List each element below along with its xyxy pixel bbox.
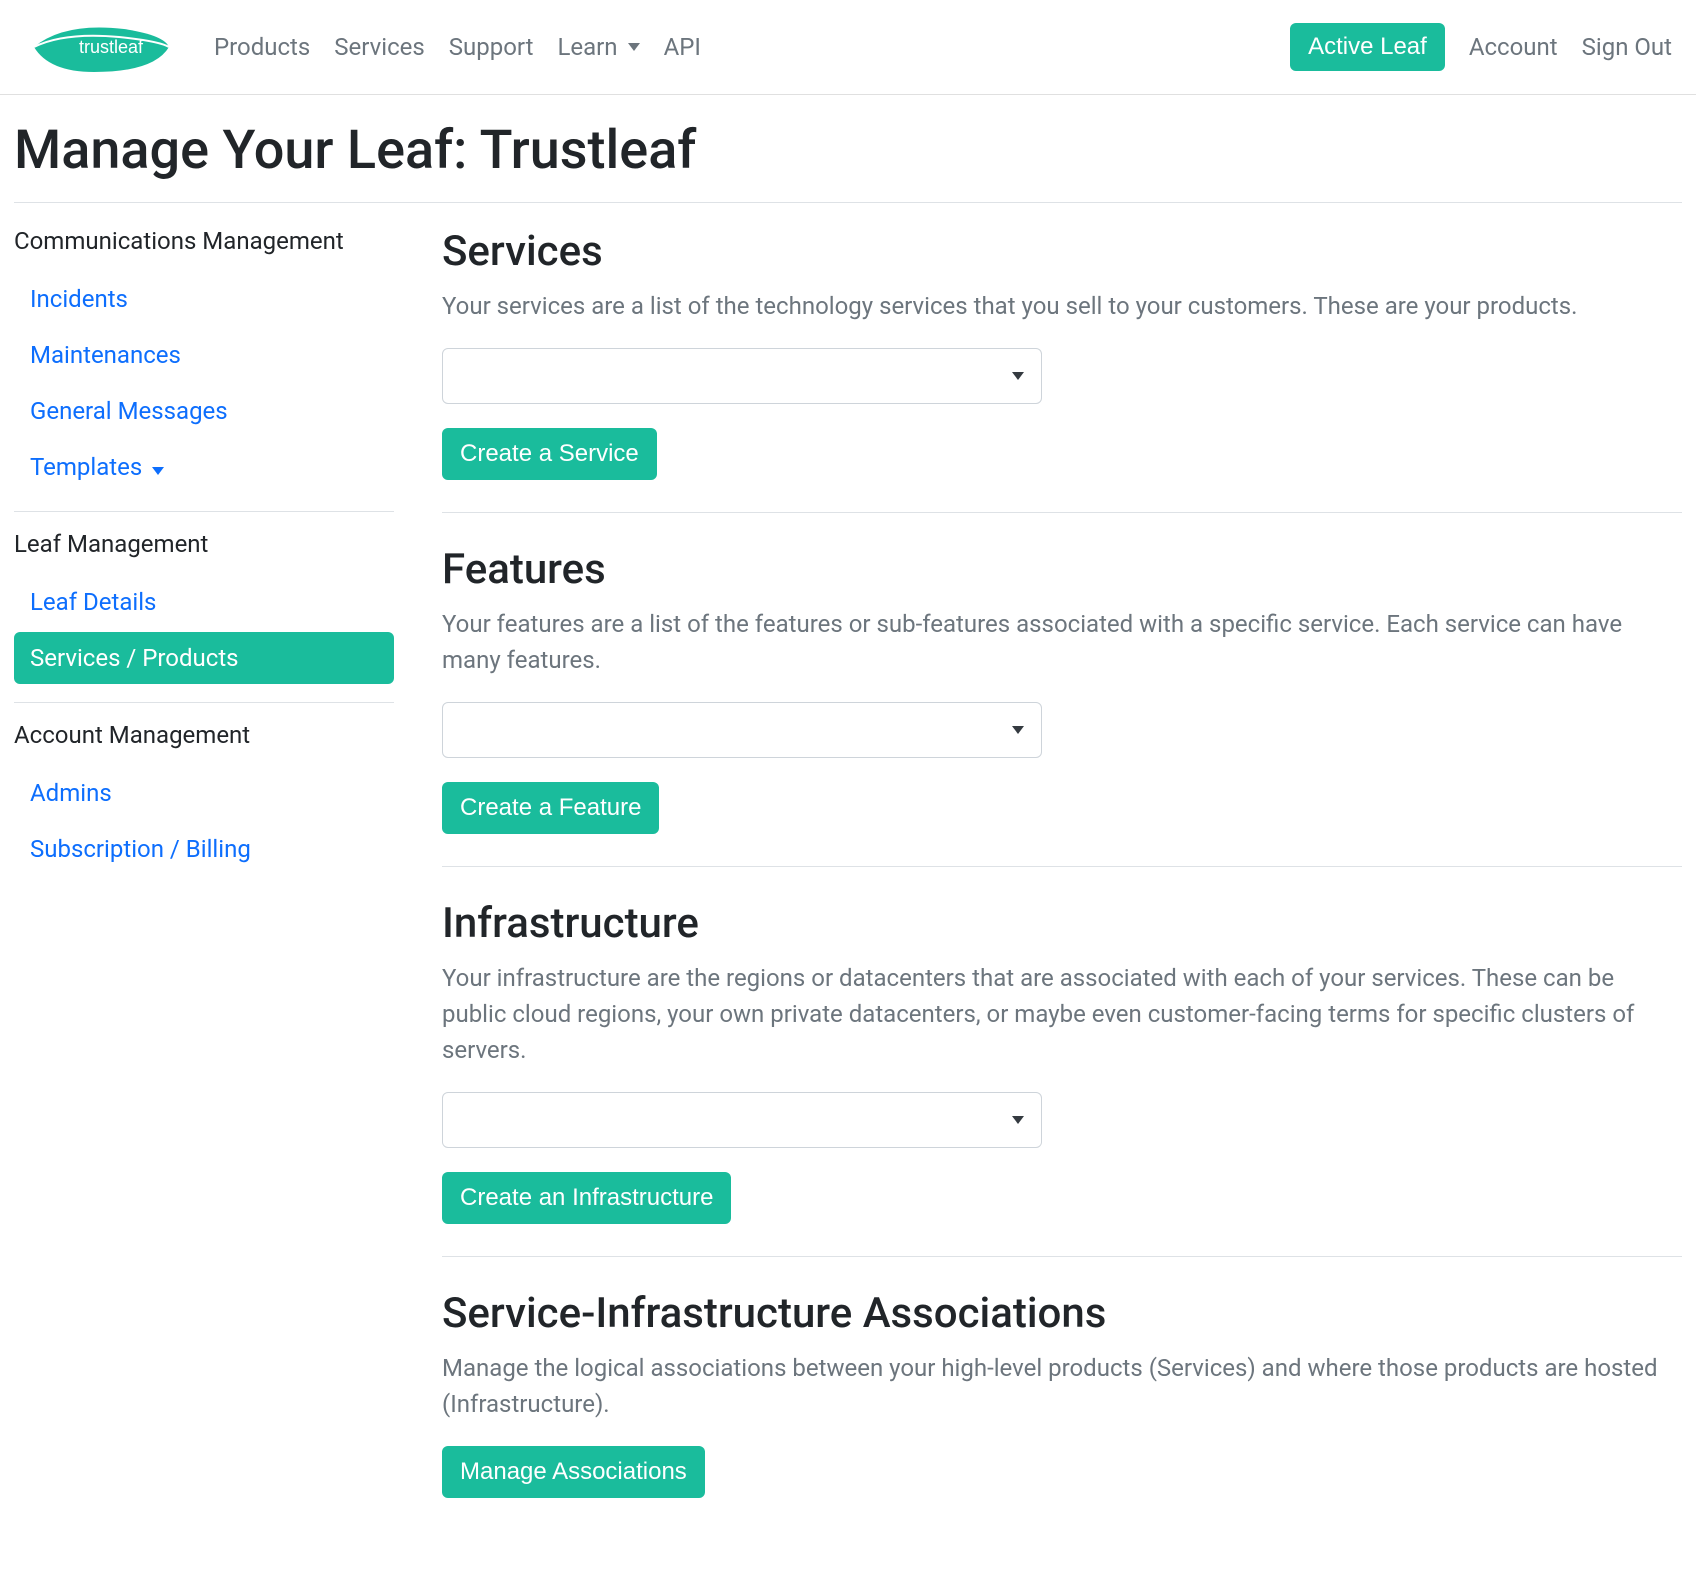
sidebar-group-title: Leaf Management xyxy=(14,530,394,558)
section-desc: Your features are a list of the features… xyxy=(442,606,1682,678)
page-title: Manage Your Leaf: Trustleaf xyxy=(14,119,1682,182)
sidebar-item-label: Incidents xyxy=(30,285,128,313)
leaf-icon: trustleaf xyxy=(24,17,174,77)
features-section: Features Your features are a list of the… xyxy=(442,545,1682,834)
services-select[interactable] xyxy=(442,348,1042,404)
sidebar-item-subscription-billing[interactable]: Subscription / Billing xyxy=(14,823,394,875)
nav-account[interactable]: Account xyxy=(1469,33,1558,61)
title-divider xyxy=(14,202,1682,203)
main-content: Services Your services are a list of the… xyxy=(442,227,1682,1526)
nav-link-label: Account xyxy=(1469,33,1558,61)
sidebar-item-label: Services / Products xyxy=(30,644,239,672)
nav-learn[interactable]: Learn xyxy=(557,33,639,61)
brand-logo[interactable]: trustleaf xyxy=(24,17,174,77)
section-title: Features xyxy=(442,545,1682,594)
create-feature-button[interactable]: Create a Feature xyxy=(442,782,659,834)
sidebar-item-leaf-details[interactable]: Leaf Details xyxy=(14,576,394,628)
section-desc: Manage the logical associations between … xyxy=(442,1350,1682,1422)
chevron-down-icon xyxy=(628,43,640,51)
infrastructure-section: Infrastructure Your infrastructure are t… xyxy=(442,899,1682,1224)
nav-support[interactable]: Support xyxy=(449,33,534,61)
active-leaf-button[interactable]: Active Leaf xyxy=(1290,23,1445,71)
nav-links: Products Services Support Learn API xyxy=(214,33,1290,61)
sidebar-divider xyxy=(14,702,394,703)
sidebar: Communications Management Incidents Mainte… xyxy=(14,227,394,1526)
sidebar-item-incidents[interactable]: Incidents xyxy=(14,273,394,325)
section-desc: Your services are a list of the technolo… xyxy=(442,288,1682,324)
sidebar-item-admins[interactable]: Admins xyxy=(14,767,394,819)
infrastructure-select[interactable] xyxy=(442,1092,1042,1148)
nav-products[interactable]: Products xyxy=(214,33,310,61)
nav-api[interactable]: API xyxy=(664,33,701,61)
section-divider xyxy=(442,1256,1682,1257)
create-infrastructure-button[interactable]: Create an Infrastructure xyxy=(442,1172,731,1224)
navbar: trustleaf Products Services Support Lear… xyxy=(0,0,1696,95)
sidebar-item-label: Admins xyxy=(30,779,112,807)
associations-section: Service-Infrastructure Associations Mana… xyxy=(442,1289,1682,1498)
services-section: Services Your services are a list of the… xyxy=(442,227,1682,480)
sidebar-item-general-messages[interactable]: General Messages xyxy=(14,385,394,437)
sidebar-item-label: Subscription / Billing xyxy=(30,835,251,863)
nav-link-label: Services xyxy=(334,33,424,61)
nav-link-label: Learn xyxy=(557,33,617,61)
sidebar-item-templates[interactable]: Templates xyxy=(14,441,394,493)
section-title: Services xyxy=(442,227,1682,276)
section-divider xyxy=(442,866,1682,867)
features-select[interactable] xyxy=(442,702,1042,758)
sidebar-item-label: Templates xyxy=(30,453,142,481)
sidebar-group-title: Account Management xyxy=(14,721,394,749)
section-desc: Your infrastructure are the regions or d… xyxy=(442,960,1682,1068)
nav-link-label: API xyxy=(664,33,701,61)
manage-associations-button[interactable]: Manage Associations xyxy=(442,1446,705,1498)
section-title: Service-Infrastructure Associations xyxy=(442,1289,1682,1338)
sidebar-divider xyxy=(14,511,394,512)
nav-link-label: Support xyxy=(449,33,534,61)
chevron-down-icon xyxy=(152,467,164,475)
nav-services[interactable]: Services xyxy=(334,33,424,61)
sidebar-item-label: Maintenances xyxy=(30,341,181,369)
svg-text:trustleaf: trustleaf xyxy=(79,37,144,57)
sidebar-item-label: General Messages xyxy=(30,397,228,425)
nav-link-label: Sign Out xyxy=(1582,33,1672,61)
sidebar-item-label: Leaf Details xyxy=(30,588,156,616)
nav-link-label: Products xyxy=(214,33,310,61)
section-divider xyxy=(442,512,1682,513)
sidebar-item-maintenances[interactable]: Maintenances xyxy=(14,329,394,381)
nav-sign-out[interactable]: Sign Out xyxy=(1582,33,1672,61)
section-title: Infrastructure xyxy=(442,899,1682,948)
sidebar-group-title: Communications Management xyxy=(14,227,394,255)
sidebar-item-services-products[interactable]: Services / Products xyxy=(14,632,394,684)
create-service-button[interactable]: Create a Service xyxy=(442,428,657,480)
nav-right: Active Leaf Account Sign Out xyxy=(1290,23,1672,71)
